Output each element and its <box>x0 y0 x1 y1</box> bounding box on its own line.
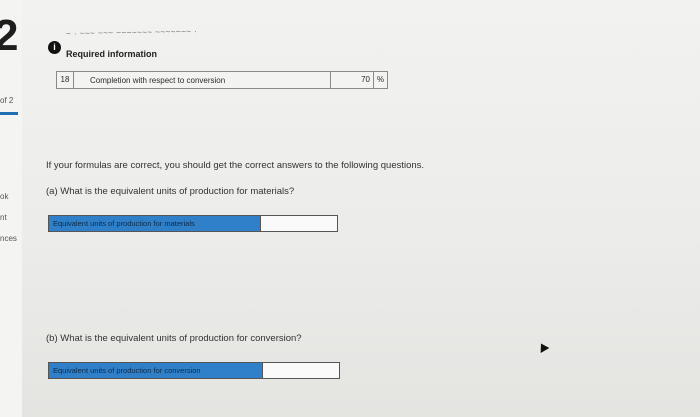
page-indicator: of 2 <box>0 96 14 105</box>
sidebar-link-references[interactable]: nces <box>0 234 17 243</box>
sidebar-link-print[interactable]: nt <box>0 213 7 222</box>
question-b-text: (b) What is the equivalent units of prod… <box>46 333 302 344</box>
sidebar-link-ebook[interactable]: ok <box>0 192 8 201</box>
question-number: 2 <box>0 11 19 60</box>
info-icon: i <box>48 41 61 54</box>
row-number: 18 <box>57 72 74 88</box>
materials-answer-input[interactable] <box>260 216 337 231</box>
answer-label-conversion: Equivalent units of production for conve… <box>49 363 262 378</box>
mouse-cursor-icon <box>536 341 550 353</box>
answer-label-materials: Equivalent units of production for mater… <box>49 216 260 231</box>
question-a-text: (a) What is the equivalent units of prod… <box>46 186 295 197</box>
required-information-title: Required information <box>66 49 158 59</box>
data-table-row: 18 Completion with respect to conversion… <box>56 71 388 89</box>
instruction-text: If your formulas are correct, you should… <box>46 160 425 171</box>
progress-bar <box>0 112 18 115</box>
assignment-page: 2 of 2 ok nt nces ~ · ~~~ ~~~ ~~~~~~~ ~~… <box>0 0 700 417</box>
percent-unit: % <box>376 75 385 84</box>
answer-row-materials: Equivalent units of production for mater… <box>48 215 338 232</box>
sidebar: 2 of 2 ok nt nces <box>0 0 22 417</box>
section-header-blurred: ~ · ~~~ ~~~ ~~~~~~~ ~~~~~~~ · <box>65 26 198 39</box>
conversion-answer-input[interactable] <box>262 363 339 378</box>
completion-value: 70 <box>330 72 374 88</box>
row-label: Completion with respect to conversion <box>90 75 226 85</box>
answer-row-conversion: Equivalent units of production for conve… <box>48 362 340 379</box>
